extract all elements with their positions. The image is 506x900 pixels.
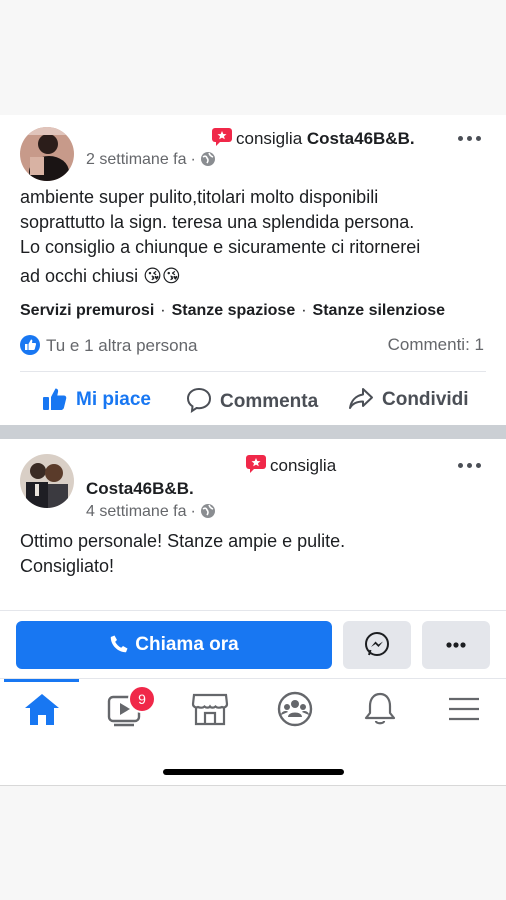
more-options-icon[interactable] xyxy=(458,457,484,473)
messenger-button[interactable] xyxy=(343,621,411,669)
phone-icon xyxy=(111,635,128,653)
review-line: ad occhi chiusi 😘😘 xyxy=(20,266,181,286)
call-now-label: Chiama ora xyxy=(135,634,239,655)
review-line: soprattutto la sign. teresa una splendid… xyxy=(20,212,415,232)
more-options-icon[interactable] xyxy=(458,130,484,146)
page-name[interactable]: Costa46B&B. xyxy=(86,479,194,498)
review-tags: Servizi premurosi · Stanze spaziose · Stanze… xyxy=(20,302,446,319)
review-text: Ottimo personale! Stanze ampie e pulite.… xyxy=(20,529,490,579)
tag: Servizi premurosi xyxy=(20,302,155,319)
reactions-summary[interactable]: Tu e 1 altra persona xyxy=(20,335,198,356)
divider xyxy=(20,371,486,372)
post-time[interactable]: 4 settimane fa xyxy=(86,503,187,520)
review-line: Ottimo personale! Stanze ampie e pulite. xyxy=(20,531,346,551)
messenger-icon xyxy=(365,632,389,656)
avatar[interactable] xyxy=(20,454,74,508)
post-header-page: Costa46B&B. xyxy=(86,479,194,499)
globe-icon xyxy=(200,151,216,172)
comment-icon xyxy=(186,387,212,414)
post-meta: 2 settimane fa · xyxy=(86,151,216,172)
post-header: consiglia Costa46B&B. xyxy=(86,128,415,149)
post-separator xyxy=(0,425,506,439)
notifications-icon[interactable] xyxy=(360,691,400,727)
thumbs-up-icon xyxy=(43,388,67,410)
groups-icon[interactable] xyxy=(275,691,315,727)
more-icon xyxy=(446,642,466,648)
page-name[interactable]: Costa46B&B. xyxy=(307,129,415,148)
review-line: Lo consiglio a chiunque e sicuramente ci… xyxy=(20,237,421,257)
recommend-verb: consiglia xyxy=(270,456,337,475)
video-notification-badge: 9 xyxy=(128,685,156,713)
active-tab-indicator xyxy=(4,679,79,682)
post-meta: 4 settimane fa · xyxy=(86,503,216,524)
facebook-page-reviews: consiglia Costa46B&B. 2 settimane fa · am… xyxy=(0,115,506,785)
review-post: consiglia Costa46B&B. 4 settimane fa · Ot… xyxy=(0,439,506,610)
home-icon[interactable] xyxy=(22,691,62,727)
tag: Stanze silenziose xyxy=(312,302,446,319)
recommend-verb: consiglia xyxy=(236,129,303,148)
menu-icon[interactable] xyxy=(444,691,484,727)
like-button[interactable]: Mi piace xyxy=(42,387,151,411)
recommend-icon xyxy=(212,128,232,146)
globe-icon xyxy=(200,503,216,524)
post-time[interactable]: 2 settimane fa xyxy=(86,151,187,168)
like-label: Mi piace xyxy=(76,389,151,410)
home-indicator xyxy=(163,769,344,775)
tag: Stanze spaziose xyxy=(171,302,296,319)
review-text: ambiente super pulito,titolari molto dis… xyxy=(20,185,490,289)
review-post: consiglia Costa46B&B. 2 settimane fa · am… xyxy=(0,115,506,425)
screenshot-bottom-edge xyxy=(0,785,506,786)
comments-count[interactable]: Commenti: 1 xyxy=(388,335,484,355)
like-reaction-icon xyxy=(20,335,40,355)
review-line: Consigliato! xyxy=(20,556,115,576)
avatar[interactable] xyxy=(20,127,74,181)
comment-button[interactable]: Commenta xyxy=(186,387,319,414)
reactions-text: Tu e 1 altra persona xyxy=(46,336,198,355)
post-header: consiglia xyxy=(86,455,336,476)
comment-label: Commenta xyxy=(220,391,319,412)
share-label: Condividi xyxy=(382,389,469,410)
recommend-icon xyxy=(246,455,266,473)
marketplace-icon[interactable] xyxy=(190,691,230,727)
call-now-button[interactable]: Chiama ora xyxy=(16,621,332,669)
share-button[interactable]: Condividi xyxy=(348,387,469,411)
share-icon xyxy=(349,388,373,409)
call-to-action-bar: Chiama ora xyxy=(0,610,506,679)
more-actions-button[interactable] xyxy=(422,621,490,669)
review-line: ambiente super pulito,titolari molto dis… xyxy=(20,187,379,207)
